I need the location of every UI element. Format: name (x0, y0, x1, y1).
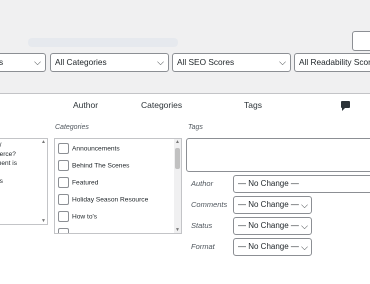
checkbox[interactable] (58, 177, 69, 188)
list-item: ?/ (0, 141, 1, 150)
top-area (0, 0, 370, 58)
category-label: Featured (72, 179, 99, 187)
chevron-down-icon: ⌵ (301, 242, 308, 252)
status-select-value: — No Change — (238, 221, 299, 230)
checkbox[interactable] (58, 194, 69, 205)
scroll-down-icon[interactable]: ▼ (175, 227, 180, 233)
tags-section-label: Tags (188, 124, 203, 131)
scroll-up-icon[interactable]: ▲ (175, 139, 180, 145)
category-item[interactable] (58, 228, 72, 233)
author-field-label: Author (191, 179, 214, 188)
seo-filter-label: All SEO Scores (177, 57, 235, 67)
categories-section-label: Categories (55, 124, 89, 131)
column-header-categories[interactable]: Categories (141, 100, 182, 110)
readability-filter-select[interactable]: All Readability Scor (294, 53, 370, 72)
seo-score-filter-select[interactable]: All SEO Scores ⌵ (172, 53, 291, 72)
category-label: How to's (72, 213, 98, 221)
status-select[interactable]: — No Change — ⌵ (233, 217, 312, 235)
format-select-value: — No Change — (238, 242, 299, 251)
post-title-list: ?/ nerce? ment is gs ▲ ▼ (0, 138, 48, 225)
scrollbar[interactable]: ▲ ▼ (174, 139, 181, 233)
comments-select-value: — No Change — (238, 200, 299, 209)
chevron-down-icon: ⌵ (157, 57, 164, 67)
chevron-down-icon: ⌵ (34, 57, 41, 67)
scrollbar[interactable]: ▲ ▼ (40, 139, 47, 224)
category-label: Holiday Season Resource (72, 196, 149, 204)
scroll-up-icon[interactable]: ▲ (41, 139, 46, 145)
scroll-thumb[interactable] (175, 148, 180, 169)
category-item[interactable]: Announcements (58, 143, 120, 155)
checkbox[interactable] (58, 143, 69, 154)
blurred-heading (28, 38, 178, 47)
category-filter-label: All Categories (55, 57, 107, 67)
format-select[interactable]: — No Change — ⌵ (233, 238, 312, 256)
list-item: ment is (0, 160, 17, 167)
status-field-label: Status (191, 221, 213, 230)
top-right-button[interactable] (352, 31, 370, 51)
chevron-down-icon: ⌵ (301, 221, 308, 231)
checkbox[interactable] (58, 160, 69, 171)
filter-partial-label: s (0, 57, 3, 67)
category-item[interactable]: How to's (58, 211, 97, 223)
column-header-author[interactable]: Author (73, 100, 98, 110)
readability-filter-label: All Readability Scor (299, 57, 370, 67)
format-field-label: Format (191, 242, 215, 251)
column-header-tags[interactable]: Tags (244, 100, 262, 110)
checkbox[interactable] (58, 211, 69, 222)
author-select-value: — No Change — (238, 179, 299, 188)
category-item[interactable]: Holiday Season Resource (58, 194, 148, 206)
category-item[interactable]: Featured (58, 177, 98, 189)
bulk-edit-panel: ?/ nerce? ment is gs ▲ ▼ Categories Anno… (0, 117, 370, 284)
list-item: gs (0, 177, 3, 186)
category-label: Behind The Scenes (72, 162, 130, 170)
tags-textarea[interactable] (186, 138, 370, 172)
author-select[interactable]: — No Change — (233, 175, 370, 193)
checkbox[interactable] (58, 228, 69, 233)
filter-dropdown-partial[interactable]: s ⌵ (0, 53, 46, 72)
scroll-down-icon[interactable]: ▼ (41, 218, 46, 224)
categories-checklist: Announcements Behind The Scenes Featured… (54, 138, 182, 234)
table-header-row: Author Categories Tags (0, 93, 370, 118)
chevron-down-icon: ⌵ (301, 200, 308, 210)
comments-select[interactable]: — No Change — ⌵ (233, 196, 312, 214)
comments-field-label: Comments (191, 200, 228, 209)
comment-bubble-icon[interactable] (341, 101, 350, 111)
chevron-down-icon: ⌵ (279, 57, 286, 67)
list-item: nerce? (0, 151, 16, 158)
category-label: Announcements (72, 145, 120, 153)
category-filter-select[interactable]: All Categories ⌵ (50, 53, 169, 72)
category-item[interactable]: Behind The Scenes (58, 160, 129, 172)
